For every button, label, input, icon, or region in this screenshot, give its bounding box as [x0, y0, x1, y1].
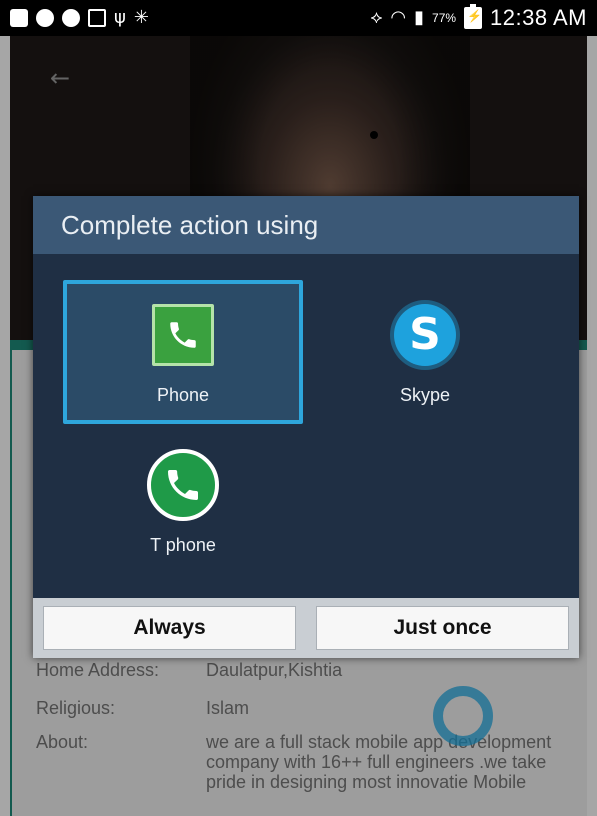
t-phone-icon [147, 448, 219, 521]
chat-icon [36, 9, 54, 27]
app-option-t-phone[interactable]: T phone [63, 430, 303, 574]
app-option-skype[interactable]: S Skype [305, 280, 545, 424]
message-icon [10, 9, 28, 27]
vibrate-icon: ⟡ [370, 7, 383, 28]
app-label: T phone [150, 534, 216, 555]
gallery-icon [88, 9, 106, 27]
phone-icon [147, 299, 219, 371]
signal-icon: ▮ [414, 7, 425, 28]
usb-icon: ψ [114, 7, 126, 28]
always-button[interactable]: Always [43, 606, 296, 650]
skype-icon: S [389, 299, 461, 371]
app-chooser-grid: Phone S Skype T phone [33, 254, 579, 598]
app-label: Skype [399, 384, 451, 405]
chat-icon-2 [62, 9, 80, 27]
wifi-icon: ◠ [390, 7, 407, 28]
just-once-button[interactable]: Just once [316, 606, 569, 650]
system-icons: ⟡ ◠ ▮ 77% 12:38 AM [370, 4, 587, 31]
app-option-phone[interactable]: Phone [63, 280, 303, 424]
notification-icons: ψ ✳ [10, 9, 149, 27]
dialog-title: Complete action using [33, 196, 579, 254]
dialog-button-bar: Always Just once [33, 598, 579, 658]
battery-percent: 77% [432, 11, 457, 25]
status-bar: ψ ✳ ⟡ ◠ ▮ 77% 12:38 AM [0, 0, 597, 36]
app-icon: ✳ [133, 7, 149, 28]
app-label: Phone [156, 384, 210, 405]
clock: 12:38 AM [490, 5, 587, 30]
battery-icon [464, 4, 483, 29]
complete-action-dialog: Complete action using Phone S Skype T ph… [33, 196, 579, 658]
